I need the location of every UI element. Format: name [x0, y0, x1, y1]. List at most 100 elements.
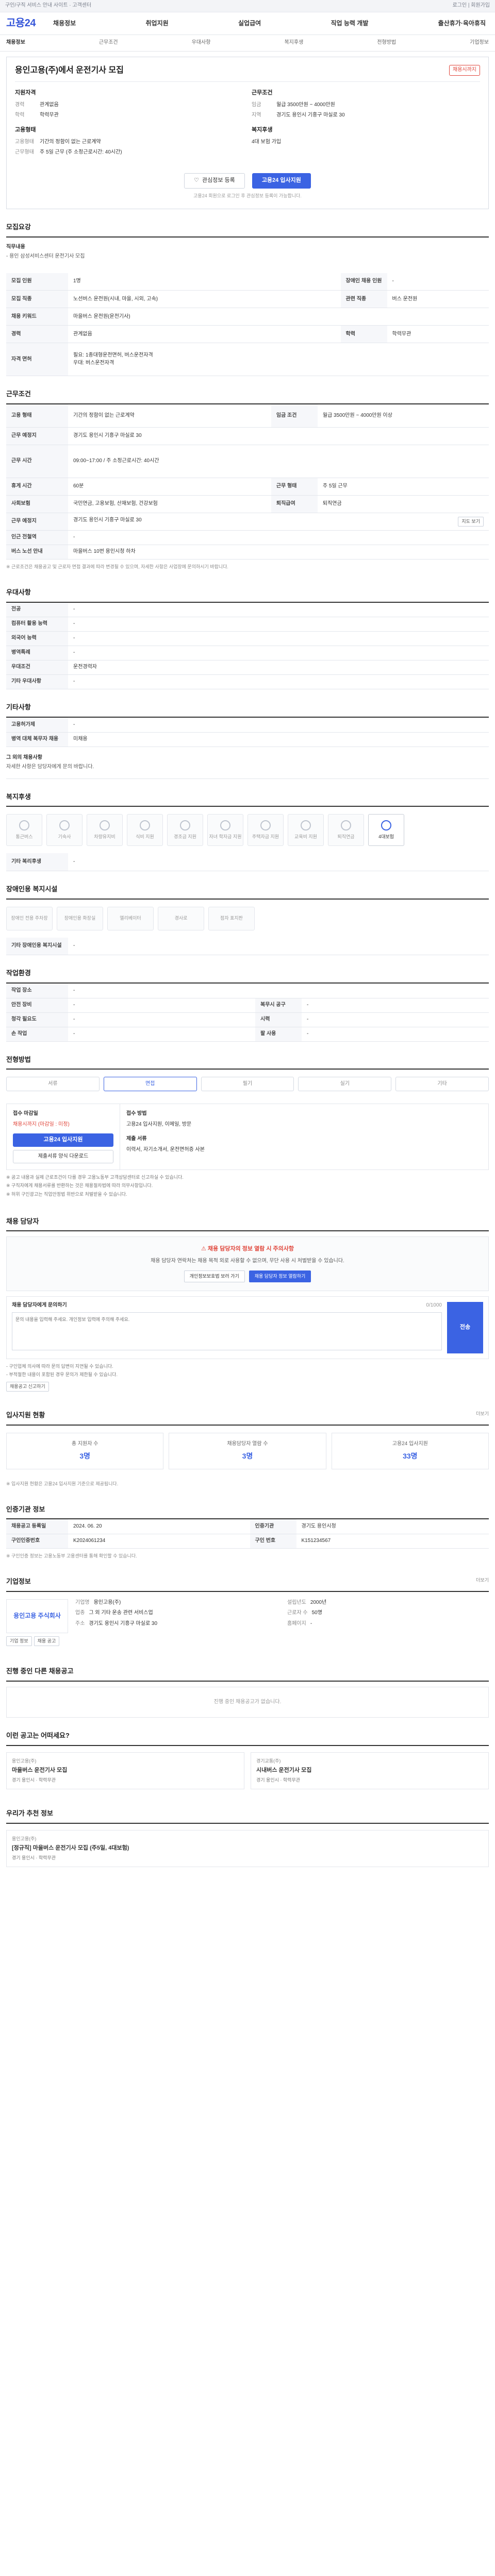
section-title: 진행 중인 다른 채용공고	[6, 1667, 489, 1682]
row-value: 경기도 용인시청	[296, 1519, 489, 1534]
tab-work[interactable]: 근무조건	[99, 39, 118, 47]
section-title: 우리가 추천 정보	[6, 1809, 489, 1824]
report-job-button[interactable]: 채용공고 신고하기	[6, 1381, 49, 1392]
company-logo: 용인고용 주식회사	[6, 1599, 68, 1633]
other-jobs-section: 진행 중인 다른 채용공고 진행 중인 채용공고가 없습니다.	[0, 1667, 495, 1718]
section-title: 장애인용 복지시설	[6, 885, 489, 900]
info-row: 홈페이지 -	[287, 1620, 489, 1628]
tab-recruit[interactable]: 채용정보	[6, 39, 25, 47]
tab-prefer[interactable]: 우대사항	[192, 39, 211, 47]
welfare-label: 교육비 지원	[294, 834, 317, 839]
notice-item: ※ 공고 내용과 실제 근로조건이 다를 경우 고용노동부 고객상담센터로 신고…	[6, 1175, 184, 1180]
info-row: 업종 그 외 기타 운송 관련 서비스업	[75, 1609, 277, 1617]
doc-download-button[interactable]: 제출서류 양식 다운로드	[13, 1150, 113, 1164]
info-label: 업종	[75, 1610, 85, 1616]
site-logo[interactable]: 고용24	[6, 16, 36, 31]
row-value: 주 5일 근무	[317, 478, 489, 496]
view-manager-button[interactable]: 채용 담당자 정보 열람하기	[249, 1270, 311, 1282]
value: 4대 보험 가입	[252, 139, 282, 145]
row-value: 미채용	[68, 732, 489, 747]
privacy-law-button[interactable]: 개인정보보호법 보러 가기	[184, 1270, 245, 1282]
top-bar-login[interactable]: 로그인 | 회원가입	[452, 2, 490, 10]
company-name: 용인고용(주)	[12, 1758, 37, 1764]
inquiry-textarea[interactable]	[12, 1312, 442, 1351]
welfare-item: 4대보험	[368, 814, 404, 846]
row-value: -	[302, 998, 489, 1013]
nav-item[interactable]: 출산휴가·육아휴직	[435, 19, 489, 28]
facility-label: 장애인용 화장실	[64, 916, 96, 921]
section-title: 근무조건	[6, 389, 489, 405]
info-label: 홈페이지	[287, 1620, 306, 1626]
row-value: 월급 3500만원 ~ 4000만원 이상	[317, 404, 489, 428]
row-label: 고용허가제	[6, 718, 68, 733]
row-label: 인증기관	[250, 1519, 296, 1534]
welfare-item: 식비 지원	[127, 814, 163, 846]
company-jobs-button[interactable]: 채용 공고	[34, 1636, 60, 1646]
company-info: 기업명 용인고용(주) 설립년도 2000년 업종 그 외 기타 운송 관련 서비스업…	[75, 1599, 489, 1628]
section-title: 기타사항	[6, 703, 489, 718]
info-value: 2000년	[310, 1599, 327, 1605]
job-title: 용인고용(주)에서 운전기사 모집	[15, 66, 124, 75]
company-info-button[interactable]: 기업 정보	[6, 1636, 32, 1646]
section-title: 모집요강	[6, 223, 489, 238]
job-meta: 경기 용인시 · 학력무관	[12, 1777, 56, 1783]
stat-label: 채용담당자 열람 수	[227, 1440, 268, 1447]
method-value: 고용24 입사지원, 이메일, 방문	[126, 1121, 192, 1127]
nav-item[interactable]: 채용정보	[50, 19, 79, 28]
recommend-job-card[interactable]: 용인고용(주) [정규직] 마을버스 운전기사 모집 (주5일, 4대보험) 경기 …	[6, 1829, 489, 1867]
label: 학력	[15, 112, 25, 118]
welfare-icon	[100, 820, 110, 831]
row-value: 1명	[68, 273, 341, 291]
related-job-card[interactable]: 용인고용(주) 마을버스 운전기사 모집 경기 용인시 · 학력무관	[6, 1752, 244, 1790]
label: 고용형태	[15, 139, 34, 145]
more-link[interactable]: 더보기	[476, 1411, 489, 1417]
deadline-label: 접수 마감일	[13, 1111, 38, 1117]
row-value: 퇴직연금	[317, 495, 489, 513]
nav-item[interactable]: 실업급여	[235, 19, 264, 28]
warning-icon: ⚠	[201, 1246, 208, 1252]
value: 관계없음	[40, 102, 59, 108]
tab-company[interactable]: 기업정보	[470, 39, 489, 47]
process-step: 실기	[298, 1077, 392, 1092]
save-interest-button[interactable]: ♡ 관심정보 등록	[184, 173, 245, 189]
row-value: 09:00~17:00 / 주 소정근로시간: 40시간	[68, 445, 489, 478]
welfare-section: 복지후생 통근버스 기숙사 차량유지비 식비 지원 경조금 지원 자녀 학자금 지원 주택자…	[0, 792, 495, 871]
row-value: -	[68, 718, 489, 733]
process-apply-button[interactable]: 고용24 입사지원	[13, 1133, 113, 1147]
facility-item: 엘리베이터	[107, 906, 154, 930]
row-label: 팔 사용	[255, 1027, 302, 1042]
related-job-card[interactable]: 경기교통(주) 시내버스 운전기사 모집 경기 용인시 · 학력무관	[251, 1752, 489, 1790]
nav-item[interactable]: 직업 능력 개발	[327, 19, 371, 28]
company-name: 용인고용(주)	[12, 1836, 37, 1841]
disabled-extra: 기타 장애인용 복지시설 -	[6, 937, 489, 956]
tab-welfare[interactable]: 복지후생	[284, 39, 303, 47]
row-label: 구인인증번호	[6, 1534, 68, 1549]
env-table: 작업 장소 - 안전 장비 - 복무시 공구 - 청각 필요도 - 시력 - 손 작업 - 팔 사…	[6, 984, 489, 1042]
stat-card: 총 지원자 수 3명	[6, 1432, 164, 1469]
more-link[interactable]: 더보기	[476, 1577, 489, 1584]
job-title: 시내버스 운전기사 모집	[256, 1767, 312, 1774]
work-table: 고용 형태 기간의 정함이 없는 근로계약 임금 조건 월급 3500만원 ~ 400…	[6, 404, 489, 560]
row-value: 기간의 정함이 없는 근로계약	[68, 404, 271, 428]
row-label: 근무 예정지	[6, 513, 68, 531]
applicants-section: 입사지원 현황 더보기 총 지원자 수 3명 채용담당자 열람 수 3명 고용24 입…	[0, 1411, 495, 1492]
map-button[interactable]: 지도 보기	[458, 516, 484, 527]
apply-button[interactable]: 고용24 입사지원	[252, 173, 311, 189]
row-label: 구인 번호	[250, 1534, 296, 1549]
row-value: -	[68, 1012, 255, 1027]
row-label: 고용 형태	[6, 404, 68, 428]
row-label: 기타 복리후생	[6, 853, 68, 871]
admin-section: 인증기관 정보 채용공고 등록일 2024. 06. 20 인증기관 경기도 용인시청…	[0, 1505, 495, 1564]
row-label: 병역특례	[6, 646, 68, 661]
row-label: 복무시 공구	[255, 998, 302, 1013]
qual-heading: 지원자격	[15, 90, 36, 96]
tab-process[interactable]: 전형방법	[377, 39, 396, 47]
nav-item[interactable]: 취업지원	[143, 19, 172, 28]
welfare-icon	[59, 820, 70, 831]
send-button[interactable]: 전송	[447, 1301, 483, 1353]
detail-text: 자세한 사항은 담당자에게 문의 바랍니다.	[6, 764, 94, 770]
stat-label: 고용24 입사지원	[392, 1440, 428, 1447]
row-value: -	[68, 937, 489, 956]
row-value: 노선버스 운전원(시내, 마을, 시외, 고속)	[68, 290, 341, 309]
row-value: 관계없음	[68, 325, 341, 344]
